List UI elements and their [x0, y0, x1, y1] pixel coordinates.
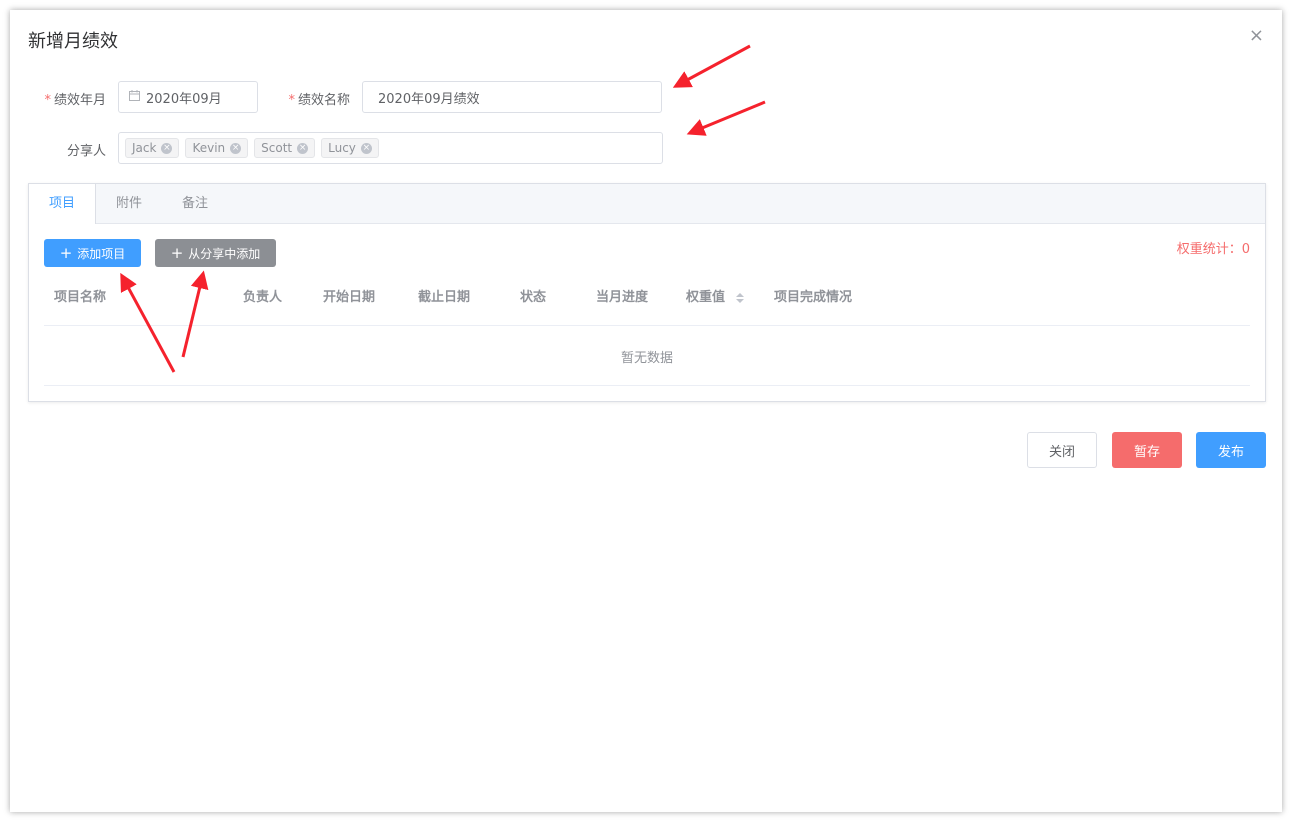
tab-projects[interactable]: 项目 — [29, 184, 97, 224]
table-bottom-divider — [44, 385, 1250, 386]
month-picker[interactable]: 2020年09月 — [118, 81, 258, 113]
save-draft-button[interactable]: 暂存 — [1112, 432, 1182, 468]
required-mark: * — [288, 93, 295, 108]
weight-total: 权重统计：0 — [1176, 242, 1250, 257]
tag-jack: Jack × — [125, 138, 180, 158]
month-label: * 绩效年月 — [44, 93, 106, 108]
name-label: * 绩效名称 — [288, 93, 350, 108]
sort-icon[interactable] — [735, 292, 744, 303]
tag-close-icon[interactable]: × — [230, 142, 242, 154]
tab-remarks[interactable]: 备注 — [162, 184, 228, 223]
dialog-title: 新增月绩效 — [28, 31, 118, 52]
month-value: 2020年09月 — [146, 91, 222, 107]
tabs-card: 项目 附件 备注 + 添加项目 + 从分享中添加 权重统计：0 项目名称 负责人 开… — [28, 183, 1266, 402]
plus-icon: + — [170, 244, 184, 262]
col-end-date: 截止日期 — [418, 290, 471, 305]
new-monthly-performance-dialog: 新增月绩效 × * 绩效年月 2020年09月 * 绩效名称 2020年09月绩效 … — [10, 10, 1282, 812]
tag-close-icon[interactable]: × — [297, 142, 309, 154]
performance-name-input[interactable]: 2020年09月绩效 — [362, 81, 662, 113]
tag-kevin: Kevin × — [185, 138, 249, 158]
add-project-button[interactable]: + 添加项目 — [44, 239, 141, 267]
col-owner: 负责人 — [243, 290, 283, 305]
required-mark: * — [44, 93, 51, 108]
empty-table-text: 暂无数据 — [620, 351, 673, 366]
publish-button[interactable]: 发布 — [1196, 432, 1266, 468]
share-label: 分享人 — [66, 144, 106, 159]
calendar-icon — [129, 89, 140, 105]
col-weight[interactable]: 权重值 — [686, 286, 744, 305]
close-icon[interactable]: × — [1249, 27, 1264, 45]
performance-name-value: 2020年09月绩效 — [378, 91, 480, 107]
col-start-date: 开始日期 — [323, 290, 376, 305]
tab-attachments[interactable]: 附件 — [96, 184, 162, 223]
col-status: 状态 — [520, 290, 547, 305]
tab-header: 项目 附件 备注 — [29, 184, 1265, 224]
col-completion: 项目完成情况 — [774, 290, 853, 305]
tag-lucy: Lucy × — [321, 138, 379, 158]
share-users-select[interactable]: Jack × Kevin × Scott × Lucy × — [118, 132, 663, 164]
tag-scott: Scott × — [254, 138, 316, 158]
table-header-divider — [44, 325, 1250, 326]
col-project-name: 项目名称 — [54, 290, 107, 305]
close-button[interactable]: 关闭 — [1027, 432, 1097, 468]
tag-close-icon[interactable]: × — [161, 142, 173, 154]
tag-close-icon[interactable]: × — [360, 142, 372, 154]
col-monthly-progress: 当月进度 — [596, 290, 649, 305]
add-from-share-button[interactable]: + 从分享中添加 — [155, 239, 276, 267]
plus-icon: + — [59, 244, 73, 262]
